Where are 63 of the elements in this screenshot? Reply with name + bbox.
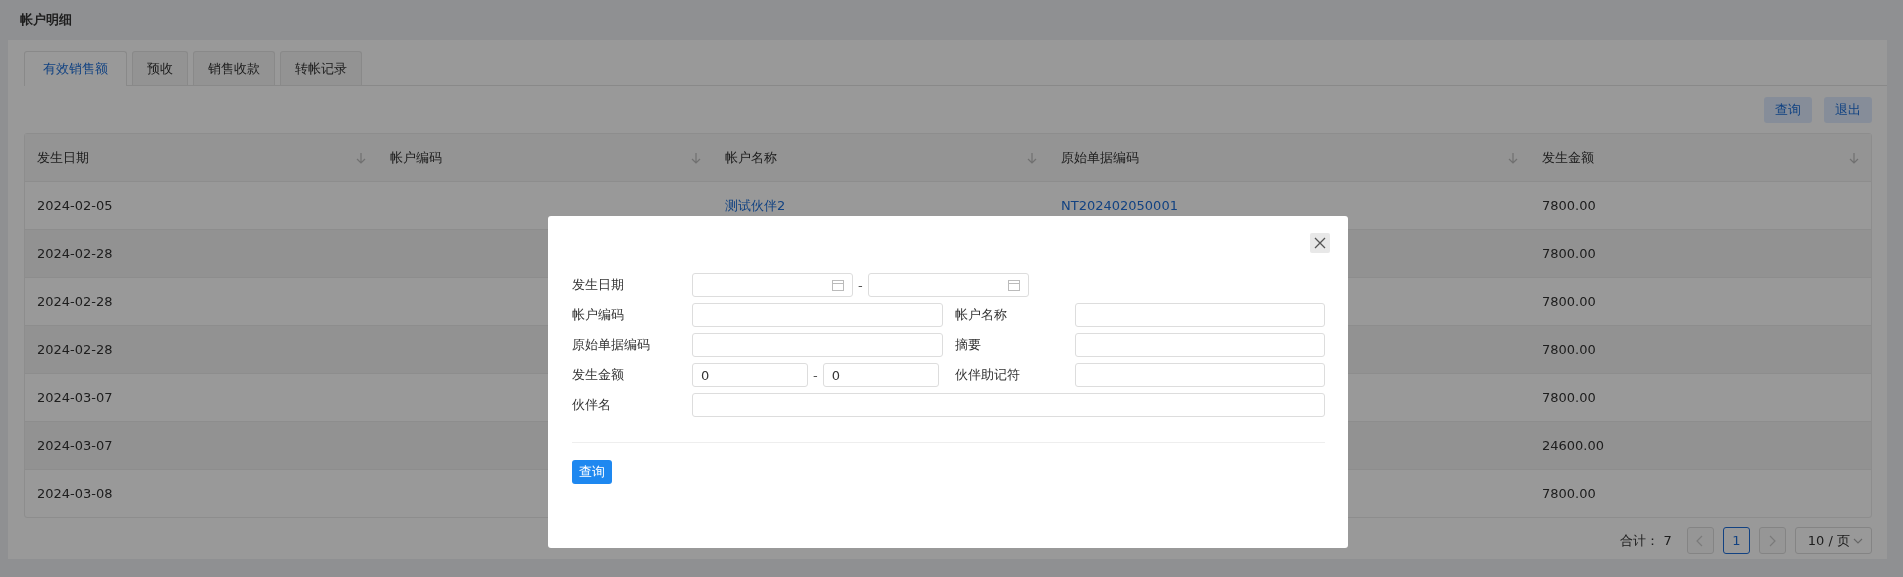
toolbar-button[interactable]: 查询 <box>1764 97 1812 123</box>
page-title: 帐户明细 <box>20 11 72 29</box>
table-cell: 7800.00 <box>1542 390 1596 405</box>
range-separator: - <box>858 277 863 293</box>
column-header: 发生日期 <box>37 148 89 167</box>
toolbar-button[interactable]: 退出 <box>1824 97 1872 123</box>
table-cell: 7800.00 <box>1542 342 1596 357</box>
date-field[interactable] <box>867 273 1029 297</box>
table-cell: 2024-02-05 <box>37 198 113 213</box>
input-field[interactable] <box>1075 333 1325 357</box>
tab[interactable]: 销售收款 <box>193 51 275 85</box>
close-button[interactable] <box>1310 233 1330 253</box>
field-label: 发生金额 <box>572 366 625 384</box>
page-size-select[interactable]: 10 / 页 <box>1794 527 1872 554</box>
table-cell: 7800.00 <box>1542 198 1596 213</box>
account-name-link[interactable]: 测试伙伴2 <box>725 196 786 215</box>
table-cell: 7800.00 <box>1542 246 1596 261</box>
chevron-left-icon <box>1696 534 1705 547</box>
sort-arrow-icon[interactable] <box>1508 151 1518 164</box>
tab[interactable]: 转帐记录 <box>280 51 362 85</box>
table-cell: 7800.00 <box>1542 294 1596 309</box>
sort-arrow-icon[interactable] <box>691 151 701 164</box>
field-label: 伙伴名 <box>572 396 612 414</box>
sort-arrow-icon[interactable] <box>356 151 366 164</box>
input-field[interactable] <box>692 303 943 327</box>
sort-arrow-icon[interactable] <box>1027 151 1037 164</box>
chevron-down-icon <box>1853 537 1863 544</box>
input-field[interactable] <box>692 333 943 357</box>
chevron-right-icon <box>1768 534 1777 547</box>
calendar-icon <box>832 279 844 291</box>
table-cell: 24600.00 <box>1542 438 1605 453</box>
page-button[interactable]: 1 <box>1722 527 1750 554</box>
input-field[interactable]: 0 <box>822 363 939 387</box>
table-cell: 7800.00 <box>1542 486 1596 501</box>
tab[interactable]: 有效销售额 <box>24 51 127 86</box>
table-cell: 2024-03-08 <box>37 486 113 501</box>
field-label: 帐户编码 <box>572 306 625 324</box>
column-header: 发生金额 <box>1542 148 1594 167</box>
column-header: 帐户名称 <box>725 148 777 167</box>
input-field[interactable] <box>692 393 1325 417</box>
field-label: 帐户名称 <box>955 306 1008 324</box>
table-cell: 2024-02-28 <box>37 342 113 357</box>
range-separator: - <box>813 367 818 383</box>
table-cell: 2024-03-07 <box>37 438 113 453</box>
calendar-icon <box>1007 279 1020 291</box>
input-field[interactable]: 0 <box>692 363 808 387</box>
column-header: 原始单据编码 <box>1061 148 1139 167</box>
column-header: 帐户编码 <box>390 148 442 167</box>
table-cell: 2024-02-28 <box>37 246 113 261</box>
table-cell: 2024-03-07 <box>37 390 113 405</box>
document-number-link[interactable]: NT202402050001 <box>1061 198 1178 213</box>
total-count: 合计： 7 <box>1620 531 1672 550</box>
sort-arrow-icon[interactable] <box>1849 151 1859 164</box>
field-label: 发生日期 <box>572 276 625 294</box>
field-label: 伙伴助记符 <box>955 366 1021 384</box>
search-button[interactable]: 查询 <box>572 460 612 484</box>
field-label: 原始单据编码 <box>572 336 651 354</box>
tab[interactable]: 预收 <box>132 51 188 85</box>
input-field[interactable] <box>1075 363 1325 387</box>
table-cell: 2024-02-28 <box>37 294 113 309</box>
input-field[interactable] <box>1075 303 1325 327</box>
date-field[interactable] <box>692 273 853 297</box>
field-label: 摘要 <box>955 336 982 354</box>
